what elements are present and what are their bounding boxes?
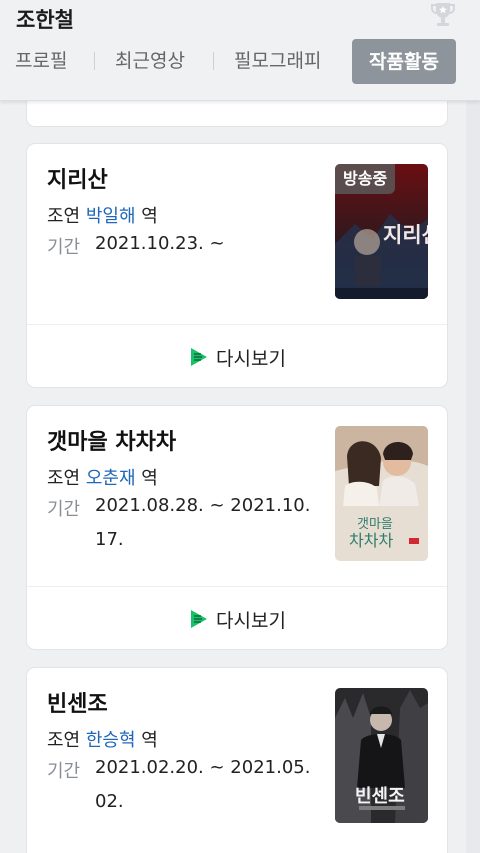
work-title[interactable]: 빈센조 <box>47 686 108 718</box>
period-label: 기간 <box>47 499 81 520</box>
svg-text:지리산: 지리산 <box>383 223 428 247</box>
work-card: 빈센조 조연 한승혁 역 기간 2021.02.20. ~ 2021.05.02… <box>26 667 448 853</box>
role-line: 조연 한승혁 역 <box>47 726 158 752</box>
role-type: 조연 <box>47 730 81 751</box>
tab-divider <box>213 52 214 70</box>
tab-profile[interactable]: 프로필 <box>15 38 67 84</box>
vincenzo-poster[interactable]: 빈센조 <box>335 688 428 823</box>
character-name-link[interactable]: 오춘재 <box>86 468 136 489</box>
works-list: 지리산 조연 박일해 역 기간 2021.10.23. ~ 지리 방송중 다시보… <box>0 101 480 853</box>
person-name: 조한철 <box>16 8 74 32</box>
replay-button[interactable]: 다시보기 <box>27 587 447 651</box>
svg-text:차차차: 차차차 <box>349 531 393 550</box>
period-label: 기간 <box>47 237 81 258</box>
play-replay-icon <box>191 348 208 366</box>
svg-text:갯마을: 갯마을 <box>357 517 393 532</box>
top-header: 조한철 프로필 최근영상 필모그래피 작품활동 <box>0 0 480 101</box>
character-name-link[interactable]: 한승혁 <box>86 730 136 751</box>
period-value: 2021.02.20. ~ 2021.05.02. <box>95 757 311 812</box>
jirisan-poster[interactable]: 지리산 방송중 <box>335 164 428 299</box>
period-label: 기간 <box>47 761 81 782</box>
period-value: 2021.10.23. ~ <box>95 233 225 254</box>
tab-bar: 프로필 최근영상 필모그래피 작품활동 <box>0 38 480 84</box>
svg-text:빈센조: 빈센조 <box>355 786 405 807</box>
role-type: 조연 <box>47 206 81 227</box>
replay-button[interactable]: 다시보기 <box>27 325 447 389</box>
role-line: 조연 박일해 역 <box>47 202 158 228</box>
tab-works[interactable]: 작품활동 <box>352 39 456 84</box>
replay-label: 다시보기 <box>216 347 286 370</box>
role-suffix: 역 <box>141 730 158 751</box>
play-replay-icon <box>191 610 208 628</box>
work-card: 갯마을 차차차 조연 오춘재 역 기간 2021.08.28. ~ 2021.1… <box>26 405 448 650</box>
role-suffix: 역 <box>141 468 158 489</box>
replay-label: 다시보기 <box>216 609 286 632</box>
status-badge: 방송중 <box>335 164 396 194</box>
work-title[interactable]: 갯마을 차차차 <box>47 424 176 456</box>
tab-recent-videos[interactable]: 최근영상 <box>115 38 185 84</box>
hometown-chachacha-poster[interactable]: 갯마을 차차차 <box>335 426 428 561</box>
role-suffix: 역 <box>141 206 158 227</box>
role-type: 조연 <box>47 468 81 489</box>
trophy-icon[interactable] <box>430 0 456 28</box>
tab-filmography[interactable]: 필모그래피 <box>234 38 321 84</box>
work-title[interactable]: 지리산 <box>47 162 108 194</box>
tab-divider <box>94 52 95 70</box>
period-value: 2021.08.28. ~ 2021.10.17. <box>95 495 311 550</box>
scroll-track <box>466 101 480 853</box>
work-card: 지리산 조연 박일해 역 기간 2021.10.23. ~ 지리 방송중 다시보… <box>26 143 448 388</box>
previous-work-card <box>26 101 448 127</box>
character-name-link[interactable]: 박일해 <box>86 206 136 227</box>
role-line: 조연 오춘재 역 <box>47 464 158 490</box>
